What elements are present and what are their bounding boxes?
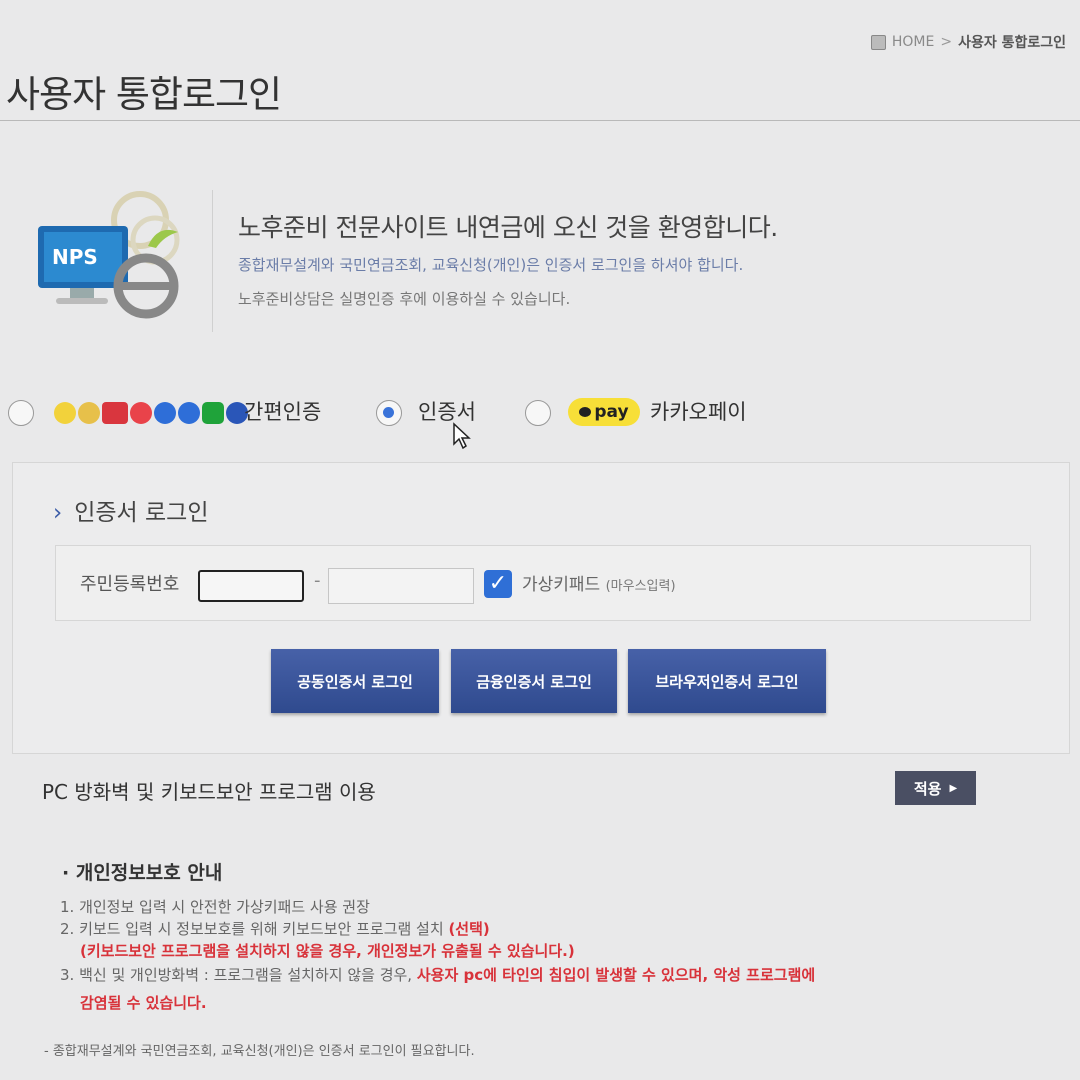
kakaopay-badge: pay (568, 398, 640, 426)
welcome-divider (212, 190, 213, 332)
title-divider (0, 120, 1080, 121)
mouse-cursor-icon (453, 422, 471, 450)
breadcrumb: HOME > 사용자 통합로그인 (870, 32, 1066, 52)
privacy-guide-title: · 개인정보보호 안내 (62, 862, 223, 884)
auth-method-options: 간편인증 인증서 pay 카카오페이 (8, 392, 1068, 436)
resident-number-row: 주민등록번호 - ✓ 가상키패드 (마우스입력) (55, 545, 1031, 621)
apply-button-label: 적용 (913, 779, 942, 798)
resident-number-label: 주민등록번호 (80, 574, 180, 595)
nps-logo: NPS (38, 191, 180, 319)
breadcrumb-current: 사용자 통합로그인 (958, 35, 1066, 51)
privacy-item-2-text: 2. 키보드 입력 시 정보보호를 위해 키보드보안 프로그램 설치 (60, 920, 444, 938)
section-title: › 인증서 로그인 (53, 493, 208, 527)
financial-certificate-login-button[interactable]: 금융인증서 로그인 (451, 649, 617, 713)
payco-icon (154, 402, 176, 424)
resident-number-dash: - (314, 570, 321, 591)
welcome-counsel-notice: 노후준비상담은 실명인증 후에 이용하실 수 있습니다. (238, 290, 571, 308)
virtual-keypad-note: (마우스입력) (605, 579, 676, 594)
radio-simple-auth[interactable] (8, 400, 34, 426)
arrow-right-icon: ▶ (949, 782, 958, 794)
toss-icon (78, 402, 100, 424)
privacy-guide-title-text: 개인정보보호 안내 (75, 862, 223, 884)
privacy-item-3-warning: 사용자 pc에 타인의 침입이 발생할 수 있으며, 악성 프로그램에 (416, 966, 816, 984)
samsung-pass-icon (102, 402, 128, 424)
joint-certificate-login-button[interactable]: 공동인증서 로그인 (271, 649, 439, 713)
privacy-item-3: 3. 백신 및 개인방화벽 : 프로그램을 설치하지 않을 경우, 사용자 pc… (60, 964, 815, 985)
privacy-item-2-warning: (키보드보안 프로그램을 설치하지 않을 경우, 개인정보가 유출될 수 있습니… (80, 942, 575, 960)
privacy-item-3-text: 3. 백신 및 개인방화벽 : 프로그램을 설치하지 않을 경우, (60, 966, 413, 984)
virtual-keypad-text: 가상키패드 (522, 575, 601, 595)
virtual-keypad-label: 가상키패드 (마우스입력) (522, 570, 676, 595)
firewall-keyboard-security-label: PC 방화벽 및 키보드보안 프로그램 이용 (42, 780, 376, 804)
kakaopay-badge-text: pay (594, 402, 629, 422)
privacy-item-2-tag: (선택) (448, 920, 490, 938)
home-icon[interactable] (870, 34, 886, 50)
welcome-notice: 종합재무설계와 국민연금조회, 교육신청(개인)은 인증서 로그인을 하셔야 합… (238, 256, 744, 274)
chevron-right-icon: › (53, 500, 63, 526)
naver-icon (202, 402, 224, 424)
apply-button[interactable]: 적용 ▶ (895, 771, 976, 805)
radio-certificate[interactable] (376, 400, 402, 426)
svg-text:NPS: NPS (52, 245, 98, 269)
resident-number-front-input[interactable] (198, 570, 304, 602)
kakaopay-label[interactable]: 카카오페이 (650, 396, 747, 426)
certificate-login-panel: › 인증서 로그인 주민등록번호 - ✓ 가상키패드 (마우스입력) 공동인증서 … (12, 462, 1070, 754)
pass-icon (130, 402, 152, 424)
kakao-icon (54, 402, 76, 424)
privacy-item-1: 1. 개인정보 입력 시 안전한 가상키패드 사용 권장 (60, 898, 370, 916)
kb-icon (178, 402, 200, 424)
footer-note: - 종합재무설계와 국민연금조회, 교육신청(개인)은 인증서 로그인이 필요합… (44, 1044, 475, 1059)
privacy-item-3-warning-2: 감염될 수 있습니다. (80, 994, 207, 1012)
simple-auth-label[interactable]: 간편인증 (244, 396, 321, 426)
breadcrumb-home-link[interactable]: HOME (892, 34, 934, 50)
welcome-heading: 노후준비 전문사이트 내연금에 오신 것을 환영합니다. (238, 213, 778, 242)
breadcrumb-separator: > (940, 34, 953, 50)
page-title: 사용자 통합로그인 (6, 73, 282, 116)
virtual-keypad-checkbox[interactable]: ✓ (484, 570, 512, 598)
privacy-item-2: 2. 키보드 입력 시 정보보호를 위해 키보드보안 프로그램 설치 (선택) (60, 918, 490, 939)
browser-certificate-login-button[interactable]: 브라우저인증서 로그인 (628, 649, 826, 713)
radio-kakaopay[interactable] (525, 400, 551, 426)
simple-auth-provider-icons (54, 402, 248, 424)
kakao-bubble-icon (579, 407, 592, 417)
section-title-text: 인증서 로그인 (74, 500, 209, 526)
resident-number-back-input[interactable] (328, 568, 474, 604)
